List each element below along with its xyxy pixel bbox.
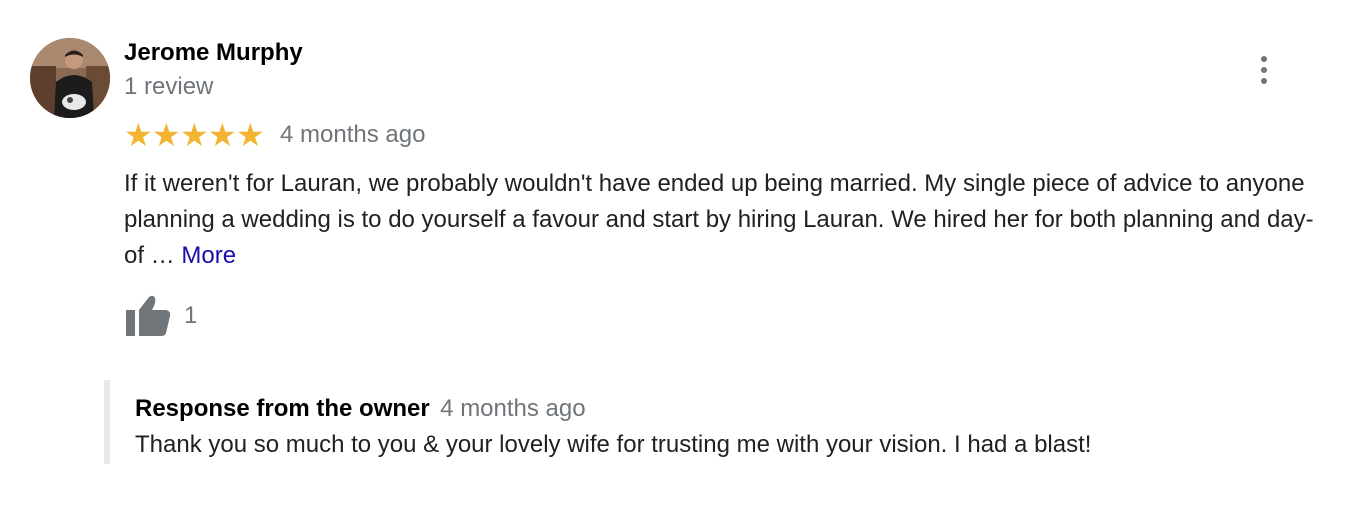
more-options-dot <box>1261 67 1267 73</box>
more-options-dot <box>1261 78 1267 84</box>
review-date: 4 months ago <box>280 121 426 148</box>
star-icon: ★ <box>180 116 209 154</box>
more-link[interactable]: More <box>181 242 236 269</box>
rating-row: ★ ★ ★ ★ ★ 4 months ago <box>124 118 425 152</box>
star-icon: ★ <box>236 116 265 154</box>
star-rating: ★ ★ ★ ★ ★ <box>124 116 265 154</box>
star-icon: ★ <box>152 116 181 154</box>
more-options-dot <box>1261 56 1267 62</box>
like-row: 1 <box>124 294 197 338</box>
author-avatar[interactable] <box>30 38 110 118</box>
avatar-photo <box>30 38 110 118</box>
owner-response-date: 4 months ago <box>440 395 586 422</box>
review-body: If it weren't for Lauran, we probably wo… <box>124 166 1324 274</box>
like-button[interactable] <box>124 294 172 338</box>
author-name[interactable]: Jerome Murphy <box>124 38 303 68</box>
owner-response-text: Thank you so much to you & your lovely w… <box>135 431 1092 458</box>
thumbs-up-icon <box>126 295 171 336</box>
more-options-button[interactable] <box>1250 52 1278 88</box>
review-text: If it weren't for Lauran, we probably wo… <box>124 170 1314 269</box>
author-review-count: 1 review <box>124 73 214 100</box>
owner-response: Response from the owner 4 months ago Tha… <box>104 380 1330 464</box>
owner-response-header: Response from the owner 4 months ago <box>135 394 586 427</box>
like-count: 1 <box>184 302 198 329</box>
star-icon: ★ <box>208 116 237 154</box>
owner-response-title: Response from the owner <box>135 395 430 422</box>
star-icon: ★ <box>124 116 153 154</box>
